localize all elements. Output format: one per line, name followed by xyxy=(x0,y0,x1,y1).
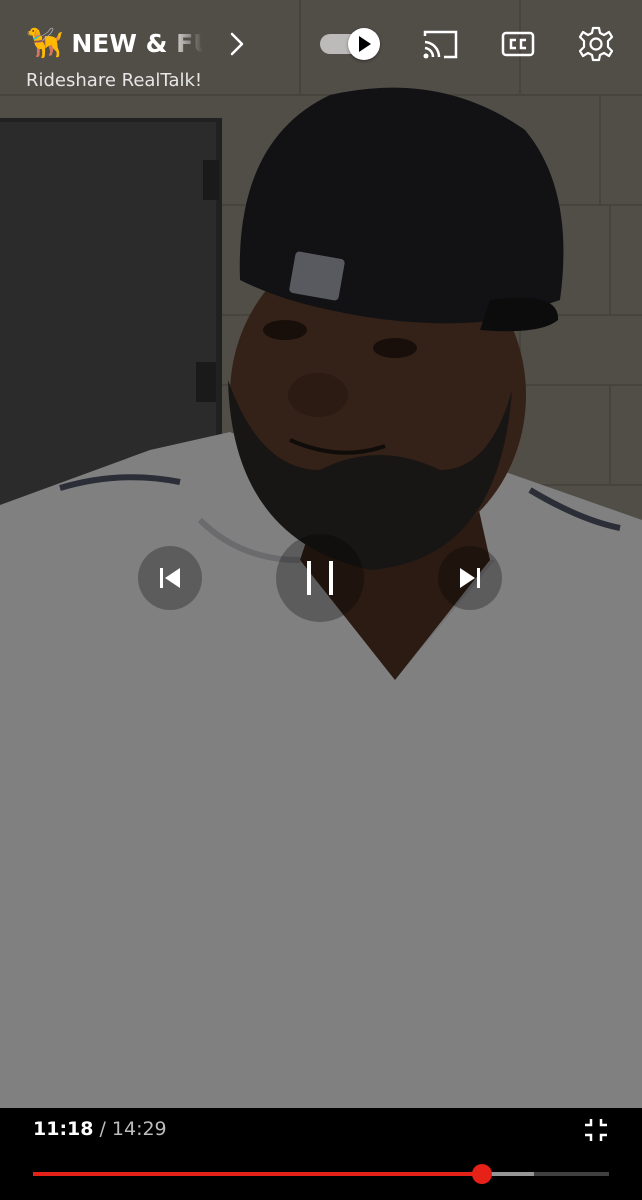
settings-icon[interactable] xyxy=(576,24,616,64)
next-button[interactable] xyxy=(438,546,502,610)
duration: 14:29 xyxy=(111,1118,167,1140)
top-bar: 🦮 NEW & FUNNY Rideshare RealTalk! xyxy=(0,0,642,110)
previous-button[interactable] xyxy=(138,546,202,610)
exit-fullscreen-icon[interactable] xyxy=(582,1116,610,1144)
progress-bar[interactable] xyxy=(33,1162,609,1186)
autoplay-toggle[interactable] xyxy=(320,26,382,62)
guide-dog-emoji: 🦮 xyxy=(26,27,64,60)
autoplay-knob xyxy=(348,28,380,60)
progress-played xyxy=(33,1172,483,1176)
play-icon xyxy=(359,36,371,52)
time-display: 11:18 / 14:29 xyxy=(33,1116,167,1142)
channel-name[interactable]: Rideshare RealTalk! xyxy=(26,69,202,93)
video-title-text: NEW & FUNNY xyxy=(71,29,203,58)
bottom-bar: 11:18 / 14:29 xyxy=(0,1108,642,1200)
cast-icon[interactable] xyxy=(420,24,460,64)
time-separator: / xyxy=(99,1118,106,1140)
video-title[interactable]: 🦮 NEW & FUNNY xyxy=(26,24,203,64)
pause-button[interactable] xyxy=(276,534,364,622)
pause-icon xyxy=(307,561,333,595)
closed-captions-icon[interactable] xyxy=(498,24,538,64)
progress-scrubber[interactable] xyxy=(472,1164,493,1184)
next-icon xyxy=(460,568,480,588)
previous-icon xyxy=(160,568,180,588)
chevron-right-icon[interactable] xyxy=(226,30,248,58)
current-time: 11:18 xyxy=(33,1118,94,1140)
video-player[interactable]: 🦮 NEW & FUNNY Rideshare RealTalk! xyxy=(0,0,642,1200)
